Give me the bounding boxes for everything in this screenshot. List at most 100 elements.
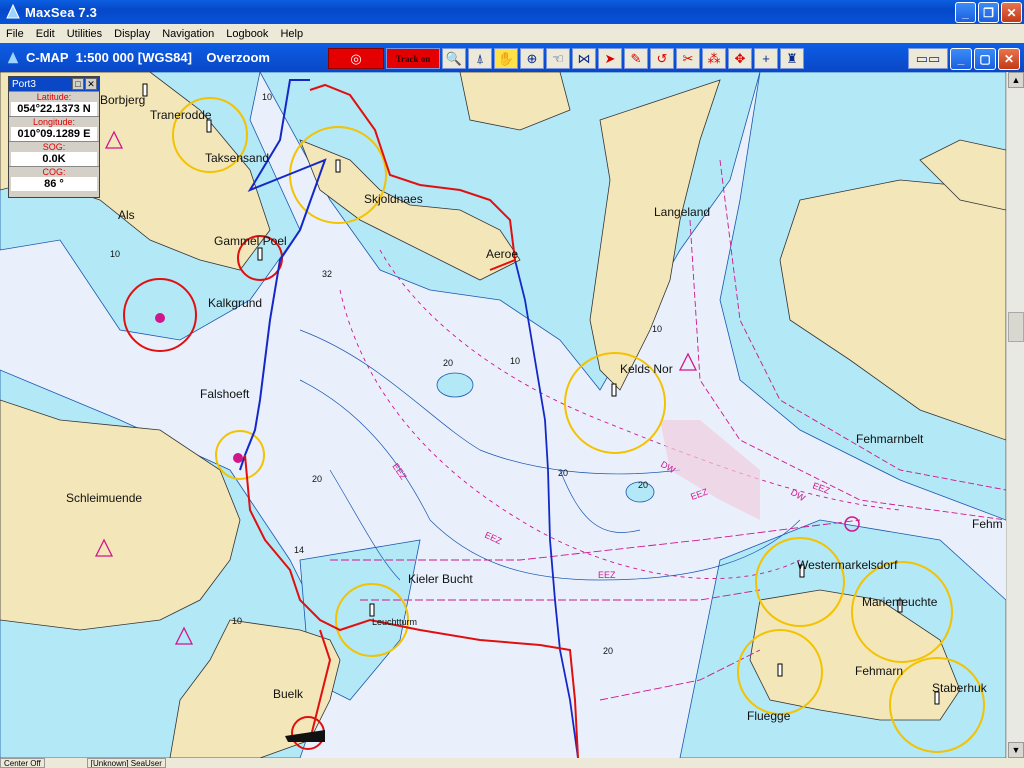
menu-utilities[interactable]: Utilities — [61, 28, 108, 40]
label-aeroe: Aeroe — [486, 247, 518, 261]
label-als: Als — [118, 208, 135, 222]
compass-icon[interactable]: ⍋ — [468, 48, 492, 69]
label-kalkgrund: Kalkgrund — [208, 296, 262, 310]
label-taksensand: Taksensand — [205, 151, 269, 165]
pencil-icon[interactable]: ✎ — [624, 48, 648, 69]
vertical-scrollbar[interactable]: ▲ ▼ — [1006, 72, 1024, 758]
label-gammel-poel: Gammel Poel — [214, 234, 287, 248]
toolbar: ◎ Track on 🔍 ⍋ ✋ ⊕ ☜ ⋈ ➤ ✎ ↺ ✂ ⁂ ✥ + ♜ — [328, 48, 804, 69]
grab-icon[interactable]: ☜ — [546, 48, 570, 69]
sounding: 10 — [262, 92, 272, 102]
panel-minimize-icon[interactable]: □ — [72, 78, 84, 90]
sounding: 10 — [510, 356, 520, 366]
latitude-label: Latitude: — [9, 91, 99, 102]
menu-logbook[interactable]: Logbook — [220, 28, 274, 40]
chart-maximize-button[interactable]: ▢ — [974, 48, 996, 70]
light-buoy-falshoeft — [233, 453, 243, 463]
scroll-thumb[interactable] — [1008, 312, 1024, 342]
label-kelds-nor: Kelds Nor — [620, 362, 673, 376]
label-schleimuende: Schleimuende — [66, 491, 142, 505]
waypoint-icon[interactable]: ⁂ — [702, 48, 726, 69]
panel-close-icon[interactable]: ✕ — [85, 78, 97, 90]
sounding: 10 — [110, 249, 120, 259]
label-kieler-bucht: Kieler Bucht — [408, 572, 473, 586]
plus-icon[interactable]: + — [754, 48, 778, 69]
menu-navigation[interactable]: Navigation — [156, 28, 220, 40]
label-kiel-light: Leuchtturm — [372, 617, 417, 627]
center-off-button[interactable]: Center Off — [0, 758, 45, 768]
label-westermarkelsdorf: Westermarkelsdorf — [797, 558, 898, 572]
label-borbjerg: Borbjerg — [100, 93, 145, 107]
chart-map[interactable]: Borbjerg Tranerodde Taksensand Als Gamme… — [0, 72, 1006, 758]
menu-bar: File Edit Utilities Display Navigation L… — [0, 24, 1024, 43]
layers-icon[interactable]: ▭▭ — [908, 48, 948, 69]
chart-window-controls: ▭▭ _ ▢ ✕ — [908, 48, 1020, 70]
scissors-icon[interactable]: ✂ — [676, 48, 700, 69]
move-icon[interactable]: ✥ — [728, 48, 752, 69]
menu-display[interactable]: Display — [108, 28, 156, 40]
sounding: 20 — [558, 468, 568, 478]
pointer-icon[interactable]: ➤ — [598, 48, 622, 69]
sog-label: SOG: — [9, 141, 99, 152]
menu-file[interactable]: File — [0, 28, 30, 40]
minimize-button[interactable]: _ — [955, 2, 976, 23]
sounding: 14 — [294, 545, 304, 555]
lighthouse-icon[interactable]: ♜ — [780, 48, 804, 69]
zoom-icon[interactable]: 🔍 — [442, 48, 466, 69]
hand-icon[interactable]: ✋ — [494, 48, 518, 69]
label-tranerodde: Tranerodde — [150, 108, 212, 122]
cog-label: COG: — [9, 166, 99, 177]
label-langeland: Langeland — [654, 205, 710, 219]
scroll-down-icon[interactable]: ▼ — [1008, 742, 1024, 758]
chart-minimize-button[interactable]: _ — [950, 48, 972, 70]
sounding: 10 — [232, 616, 242, 626]
chart-close-button[interactable]: ✕ — [998, 48, 1020, 70]
chart-title: C-MAP 1:500 000 [WGS84] Overzoom — [26, 50, 270, 65]
longitude-value: 010°09.1289 E — [11, 127, 97, 141]
label-fehm: Fehm — [972, 517, 1003, 531]
route-icon[interactable]: ⋈ — [572, 48, 596, 69]
latitude-value: 054°22.1373 N — [11, 102, 97, 116]
label-fluegge: Fluegge — [747, 709, 791, 723]
label-skjoldnaes: Skjoldnaes — [364, 192, 423, 206]
sounding: 20 — [638, 480, 648, 490]
window-titlebar: MaxSea 7.3 _ ❐ ✕ — [0, 0, 1024, 24]
window-title: MaxSea 7.3 — [25, 4, 98, 20]
dw-label: DW — [789, 487, 807, 503]
label-fehmarnbelt: Fehmarnbelt — [856, 432, 924, 446]
sounding: 20 — [443, 358, 453, 368]
eez-label: EEZ — [598, 570, 616, 580]
nav-panel-header[interactable]: Port3 □ ✕ — [9, 77, 99, 91]
app-icon — [6, 4, 20, 19]
restore-button[interactable]: ❐ — [978, 2, 999, 23]
sounding: 32 — [322, 269, 332, 279]
label-staberhuk: Staberhuk — [932, 681, 988, 695]
eez-label: EEZ — [483, 530, 504, 547]
label-fehmarn: Fehmarn — [855, 664, 903, 678]
sounding: 20 — [312, 474, 322, 484]
sounding: 20 — [603, 646, 613, 656]
track-on-button[interactable]: Track on — [386, 48, 440, 69]
menu-help[interactable]: Help — [274, 28, 309, 40]
label-buelk: Buelk — [273, 687, 304, 701]
cog-value: 86 ° — [11, 177, 97, 191]
sog-value: 0.0K — [11, 152, 97, 166]
longitude-label: Longitude: — [9, 116, 99, 127]
user-status: [Unknown] SeaUser — [86, 758, 166, 768]
chart-icon — [7, 51, 19, 63]
menu-edit[interactable]: Edit — [30, 28, 61, 40]
label-marienleuchte: Marienleuchte — [862, 595, 938, 609]
status-bar: Center Off [Unknown] SeaUser — [0, 758, 1024, 768]
nav-data-panel[interactable]: Port3 □ ✕ Latitude: 054°22.1373 N Longit… — [8, 76, 100, 198]
close-button[interactable]: ✕ — [1001, 2, 1022, 23]
light-buoy-kalkgrund — [155, 313, 165, 323]
sounding: 10 — [652, 324, 662, 334]
scroll-up-icon[interactable]: ▲ — [1008, 72, 1024, 88]
curve-icon[interactable]: ↺ — [650, 48, 674, 69]
record-icon[interactable]: ◎ — [328, 48, 384, 69]
eez-label: EEZ — [390, 461, 409, 481]
eez-label: EEZ — [811, 480, 831, 496]
crosshair-icon[interactable]: ⊕ — [520, 48, 544, 69]
nav-panel-title: Port3 — [12, 78, 36, 90]
label-falshoeft: Falshoeft — [200, 387, 250, 401]
